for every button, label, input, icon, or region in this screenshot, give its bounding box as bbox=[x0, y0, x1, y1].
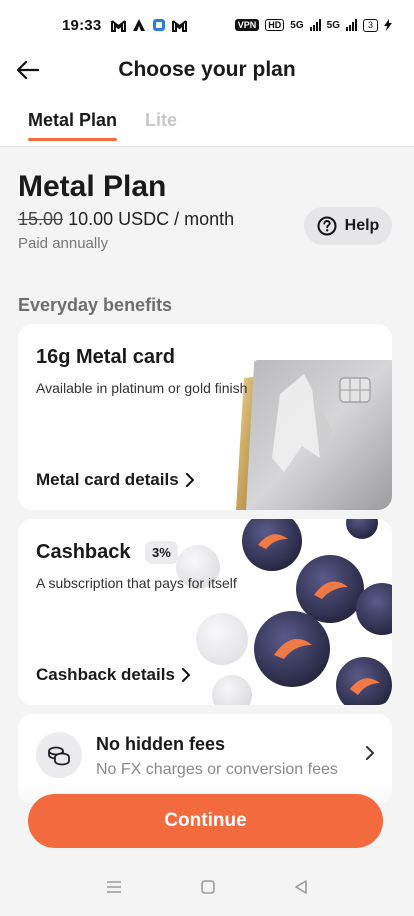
app-blue-icon bbox=[153, 19, 166, 31]
page-title: Choose your plan bbox=[118, 58, 296, 81]
signal-icon bbox=[309, 19, 321, 31]
charging-icon bbox=[384, 19, 392, 31]
gmail-icon-2 bbox=[172, 19, 188, 32]
chevron-right-icon bbox=[181, 668, 190, 682]
menu-icon[interactable] bbox=[106, 880, 122, 894]
benefit-subtitle-fees: No FX charges or conversion fees bbox=[96, 761, 338, 778]
continue-button[interactable]: Continue bbox=[28, 794, 383, 848]
chevron-right-icon bbox=[366, 746, 374, 760]
vpn-badge: VPN bbox=[234, 19, 260, 31]
help-label: Help bbox=[344, 217, 380, 234]
cashback-details-label: Cashback details bbox=[36, 665, 175, 684]
network-label-2: 5G bbox=[326, 19, 340, 31]
tab-metal-plan[interactable]: Metal Plan bbox=[28, 110, 118, 141]
signal-icon-2 bbox=[345, 19, 357, 31]
system-nav-bar bbox=[0, 858, 414, 916]
cashback-badge: 3% bbox=[145, 541, 178, 564]
benefit-subtitle-metal: Available in platinum or gold finish bbox=[36, 380, 248, 396]
benefit-title-metal: 16g Metal card bbox=[36, 346, 175, 368]
plan-tabs: Metal Plan Lite bbox=[28, 110, 177, 141]
cashback-coins-image bbox=[176, 519, 392, 705]
old-price: 15.00 bbox=[18, 209, 64, 229]
tab-lite[interactable]: Lite bbox=[145, 110, 177, 141]
status-time: 19:33 bbox=[62, 16, 102, 34]
chevron-right-icon bbox=[185, 473, 194, 487]
plan-name: Metal Plan bbox=[18, 170, 167, 203]
header-divider bbox=[0, 146, 414, 147]
app-a-icon bbox=[133, 19, 146, 31]
gmail-icon bbox=[111, 19, 127, 32]
section-label: Everyday benefits bbox=[18, 295, 173, 315]
back-triangle-icon[interactable] bbox=[294, 879, 308, 895]
coins-icon bbox=[36, 732, 82, 778]
cashback-benefit: Cashback 3% A subscription that pays for… bbox=[18, 519, 392, 705]
billing-period: Paid annually bbox=[18, 235, 109, 252]
hd-badge: HD bbox=[265, 19, 285, 31]
home-icon[interactable] bbox=[200, 879, 216, 895]
benefit-title-fees: No hidden fees bbox=[96, 734, 226, 754]
cashback-details-link[interactable]: Cashback details bbox=[36, 665, 190, 685]
metal-card-benefit: 16g Metal card Available in platinum or … bbox=[18, 324, 392, 510]
help-button[interactable]: Help bbox=[304, 207, 392, 245]
plan-price: 15.00 10.00 USDC / month bbox=[18, 209, 234, 230]
status-bar: 19:33 VPN HD 5G 5G 3 bbox=[0, 0, 414, 50]
header: Choose your plan Metal Plan Lite bbox=[0, 50, 414, 146]
notification-icons bbox=[111, 18, 188, 32]
metal-card-details-link[interactable]: Metal card details bbox=[36, 470, 194, 490]
benefit-subtitle-cashback: A subscription that pays for itself bbox=[36, 575, 237, 591]
benefit-title-cashback: Cashback bbox=[36, 541, 131, 563]
metal-card-details-label: Metal card details bbox=[36, 470, 179, 489]
network-label-1: 5G bbox=[290, 19, 304, 31]
metal-card-image bbox=[236, 360, 392, 510]
question-icon bbox=[317, 216, 337, 236]
battery-icon: 3 bbox=[362, 18, 378, 32]
current-price: 10.00 USDC / month bbox=[68, 209, 235, 229]
